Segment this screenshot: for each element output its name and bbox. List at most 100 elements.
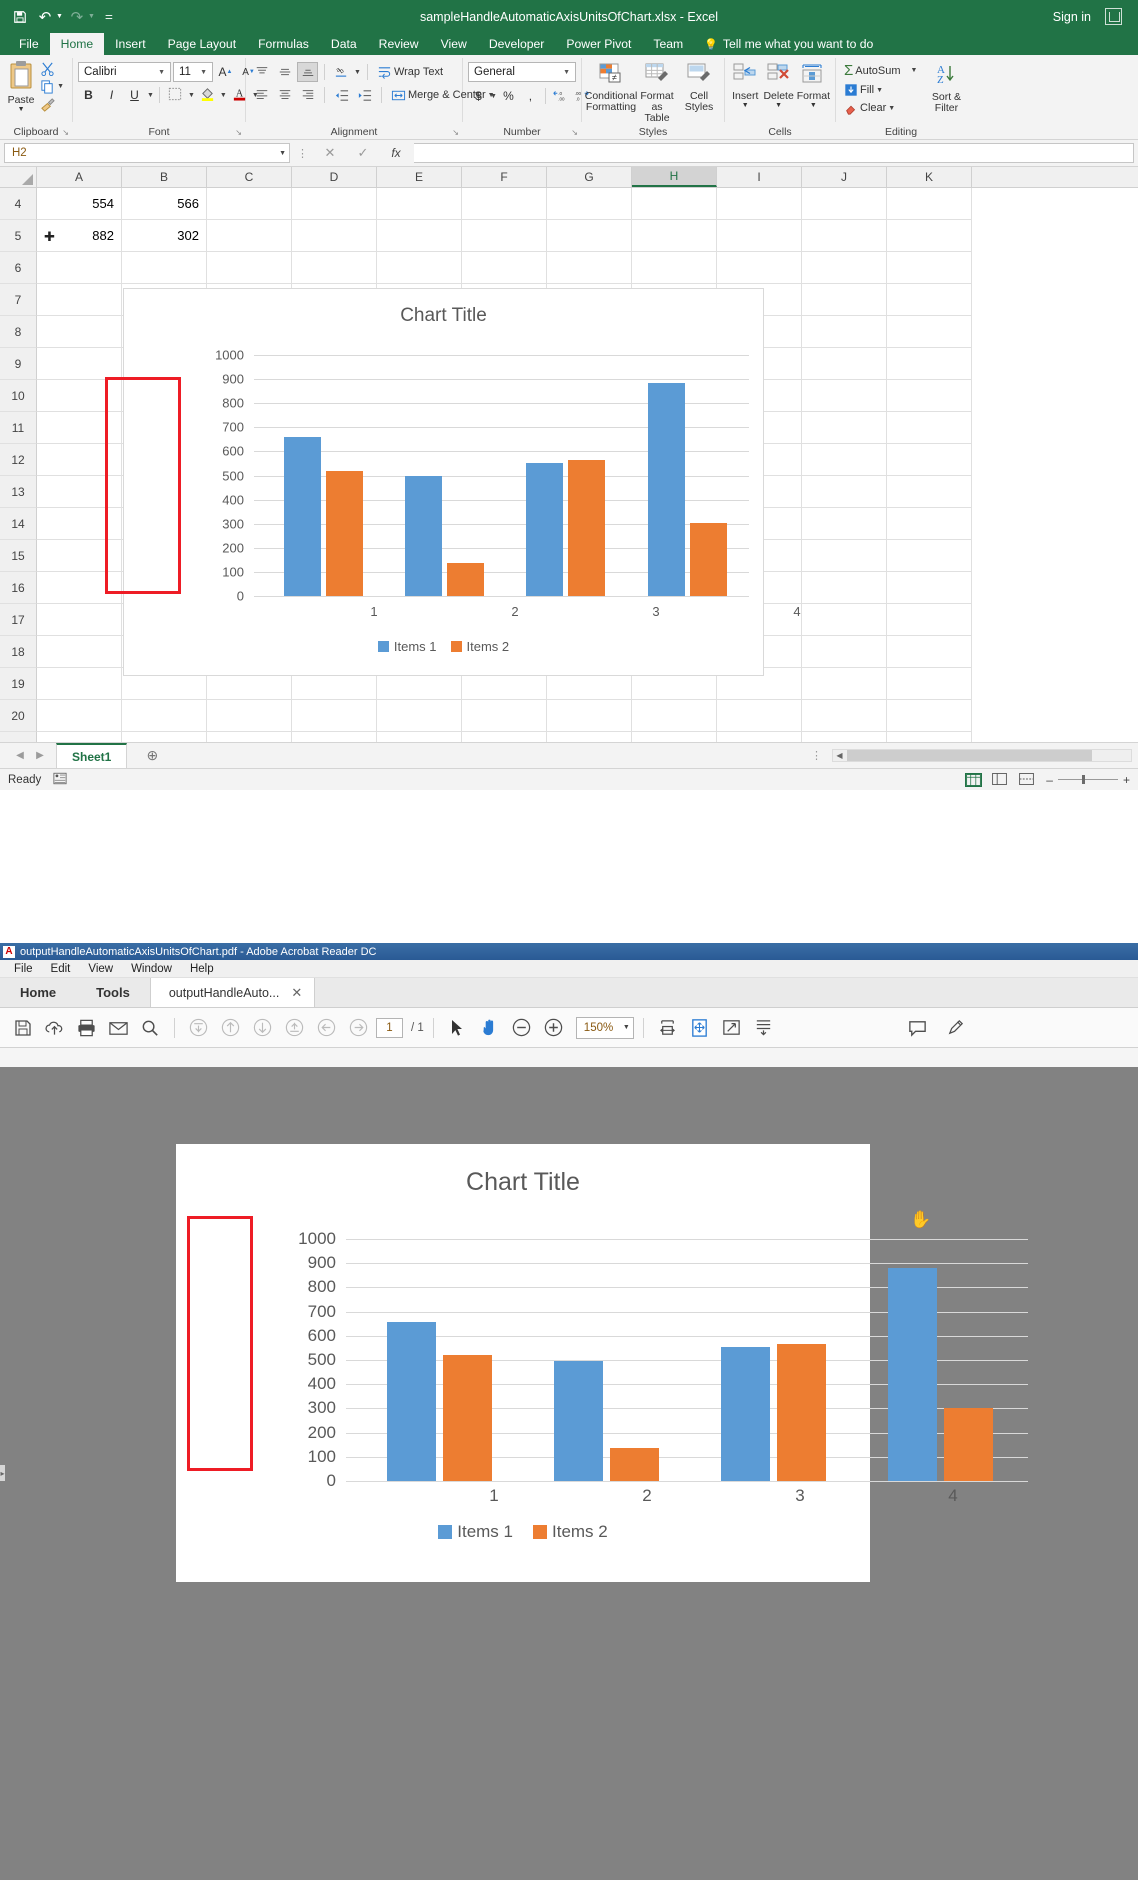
cell-E5[interactable] <box>377 220 462 252</box>
cell-F20[interactable] <box>462 700 547 732</box>
column-header-k[interactable]: K <box>887 167 972 187</box>
ribbon-tab-developer[interactable]: Developer <box>478 33 556 55</box>
cut-button[interactable] <box>37 60 67 77</box>
cell-styles-button[interactable]: Cell Styles <box>679 60 719 113</box>
zoom-slider[interactable]: – + <box>1046 773 1130 787</box>
cell-E4[interactable] <box>377 188 462 220</box>
decrease-indent-button[interactable] <box>331 85 352 105</box>
ribbon-tab-home[interactable]: Home <box>50 33 105 55</box>
tab-home[interactable]: Home <box>0 978 76 1007</box>
cell-G4[interactable] <box>547 188 632 220</box>
align-middle-button[interactable] <box>274 62 295 82</box>
next-sheet-icon[interactable]: ▶ <box>30 750 50 761</box>
cancel-formula-button[interactable]: ✕ <box>315 143 345 163</box>
cell-A6[interactable] <box>37 252 122 284</box>
orientation-button[interactable]: ab <box>331 62 352 82</box>
font-dialog-launcher[interactable]: ↘ <box>235 128 242 137</box>
cell-F4[interactable] <box>462 188 547 220</box>
chevron-down-icon[interactable]: ▼ <box>279 150 286 157</box>
wrap-text-button[interactable]: Wrap Text <box>374 64 446 81</box>
cell-B20[interactable] <box>122 700 207 732</box>
autosum-button[interactable]: Σ AutoSum ▼ <box>841 61 920 80</box>
page-layout-view-icon[interactable] <box>992 773 1009 787</box>
cell-K11[interactable] <box>887 412 972 444</box>
align-bottom-button[interactable] <box>297 62 318 82</box>
ribbon-display-options-icon[interactable] <box>1105 8 1122 25</box>
row-header-16[interactable]: 16 <box>0 572 37 604</box>
cell-J12[interactable] <box>802 444 887 476</box>
excel-embedded-chart[interactable]: Chart Title <box>123 288 764 676</box>
cell-B5[interactable]: 302 <box>122 220 207 252</box>
cell-E20[interactable] <box>377 700 462 732</box>
cell-A8[interactable] <box>37 316 122 348</box>
cell-J10[interactable] <box>802 380 887 412</box>
cell-A7[interactable] <box>37 284 122 316</box>
clear-dropdown-icon[interactable]: ▼ <box>888 105 895 112</box>
font-size-combo[interactable]: 11 ▼ <box>173 62 213 82</box>
borders-dropdown-icon[interactable]: ▼ <box>188 92 195 99</box>
cell-D21[interactable] <box>292 732 377 742</box>
highlight-icon[interactable] <box>941 1013 970 1042</box>
cell-C4[interactable] <box>207 188 292 220</box>
zoom-knob[interactable] <box>1082 775 1085 784</box>
cell-G5[interactable] <box>547 220 632 252</box>
cell-I4[interactable] <box>717 188 802 220</box>
row-header-20[interactable]: 20 <box>0 700 37 732</box>
cell-K19[interactable] <box>887 668 972 700</box>
navigation-pane-toggle[interactable]: ▸ <box>0 1465 5 1481</box>
currency-dropdown-icon[interactable]: ▼ <box>490 93 497 100</box>
cell-K9[interactable] <box>887 348 972 380</box>
cell-G20[interactable] <box>547 700 632 732</box>
format-painter-button[interactable] <box>37 96 67 113</box>
cell-C21[interactable] <box>207 732 292 742</box>
cell-K6[interactable] <box>887 252 972 284</box>
row-header-7[interactable]: 7 <box>0 284 37 316</box>
redo-icon[interactable]: ↷ <box>66 6 88 28</box>
paste-dropdown-icon[interactable]: ▼ <box>18 106 25 113</box>
cell-I21[interactable] <box>717 732 802 742</box>
previous-sheet-icon[interactable]: ◀ <box>10 750 30 761</box>
scrollbar-thumb[interactable] <box>847 750 1092 761</box>
cell-C5[interactable] <box>207 220 292 252</box>
email-icon[interactable] <box>104 1013 133 1042</box>
cell-H20[interactable] <box>632 700 717 732</box>
cell-A12[interactable] <box>37 444 122 476</box>
cell-K10[interactable] <box>887 380 972 412</box>
cell-B21[interactable] <box>122 732 207 742</box>
fit-page-icon[interactable] <box>685 1013 714 1042</box>
copy-button[interactable]: ▼ <box>37 78 67 95</box>
paste-button[interactable]: Paste ▼ <box>5 58 37 113</box>
column-header-c[interactable]: C <box>207 167 292 187</box>
close-icon[interactable]: ✕ <box>291 985 302 1001</box>
cell-A16[interactable] <box>37 572 122 604</box>
sort-filter-button[interactable]: AZ Sort & Filter <box>926 61 966 114</box>
cell-K18[interactable] <box>887 636 972 668</box>
previous-view-icon[interactable] <box>312 1013 341 1042</box>
row-header-19[interactable]: 19 <box>0 668 37 700</box>
increase-indent-button[interactable] <box>354 85 375 105</box>
currency-button[interactable]: $ <box>468 86 489 106</box>
format-dropdown-icon[interactable]: ▼ <box>810 102 817 109</box>
zoom-level-combo[interactable]: 150% ▼ <box>576 1017 634 1039</box>
chevron-down-icon[interactable]: ▼ <box>623 1024 630 1031</box>
enter-formula-button[interactable]: ✓ <box>348 143 378 163</box>
cell-K14[interactable] <box>887 508 972 540</box>
cell-J9[interactable] <box>802 348 887 380</box>
cell-D5[interactable] <box>292 220 377 252</box>
cell-K21[interactable] <box>887 732 972 742</box>
previous-page-icon[interactable] <box>216 1013 245 1042</box>
underline-button[interactable]: U <box>124 85 145 105</box>
cell-E6[interactable] <box>377 252 462 284</box>
cell-J18[interactable] <box>802 636 887 668</box>
cell-H6[interactable] <box>632 252 717 284</box>
row-header-6[interactable]: 6 <box>0 252 37 284</box>
ribbon-tab-power-pivot[interactable]: Power Pivot <box>555 33 642 55</box>
row-header-18[interactable]: 18 <box>0 636 37 668</box>
fill-dropdown-icon[interactable]: ▼ <box>876 87 883 94</box>
cell-A13[interactable] <box>37 476 122 508</box>
cell-H5[interactable] <box>632 220 717 252</box>
scroll-mode-icon[interactable] <box>749 1013 778 1042</box>
row-header-17[interactable]: 17 <box>0 604 37 636</box>
undo-icon[interactable]: ↶ <box>34 6 56 28</box>
comment-icon[interactable] <box>903 1013 932 1042</box>
